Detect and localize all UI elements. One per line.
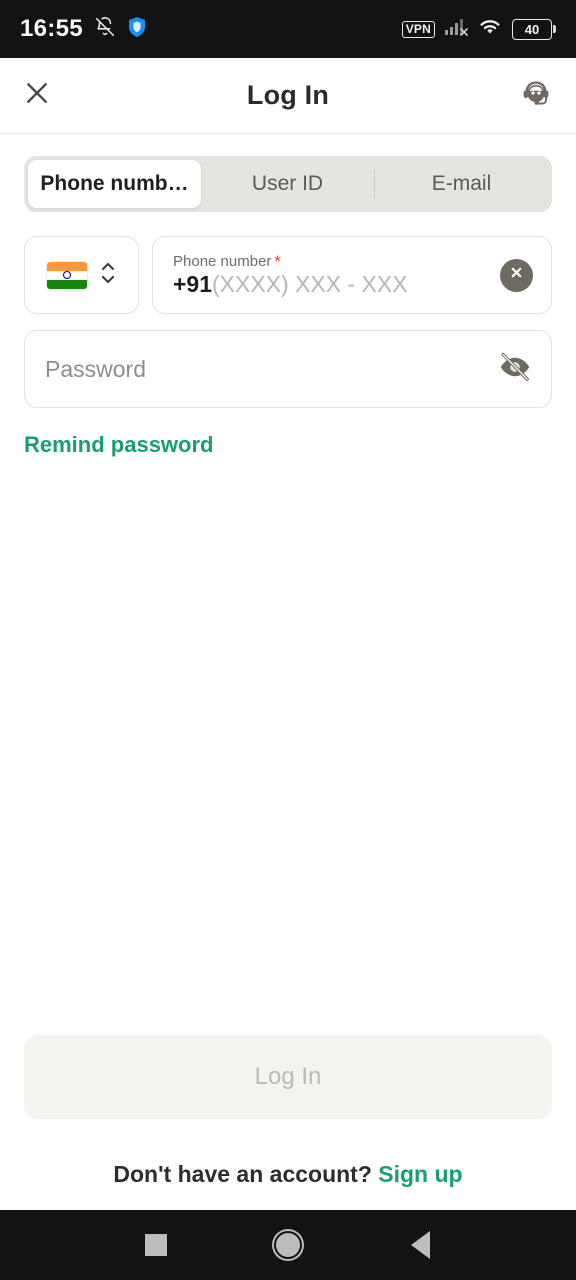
headset-support-icon xyxy=(518,75,554,116)
status-bar-right: VPN 40 xyxy=(401,16,556,42)
remind-password-link[interactable]: Remind password xyxy=(24,432,213,458)
battery-indicator: 40 xyxy=(512,18,556,40)
status-bar-clock: 16:55 xyxy=(20,15,83,42)
eye-off-icon xyxy=(498,350,532,389)
circle-home-icon xyxy=(274,1231,302,1259)
close-button[interactable] xyxy=(22,78,52,113)
tab-email[interactable]: E-mail xyxy=(375,160,548,208)
wifi-icon xyxy=(477,16,503,42)
chevron-up-down-icon xyxy=(99,258,117,293)
support-button[interactable] xyxy=(518,75,554,116)
login-submit-button[interactable]: Log In xyxy=(24,1035,552,1119)
phone-input-inner: Phone number * +91 (XXXX) XXX - XXX xyxy=(173,253,490,298)
india-flag-icon xyxy=(46,261,87,289)
password-input[interactable]: Password xyxy=(24,330,552,408)
phone-screen: 16:55 VPN 40 Log In Phone numb… User ID … xyxy=(0,0,576,1280)
tab-email-label: E-mail xyxy=(431,172,492,195)
required-asterisk: * xyxy=(274,251,282,271)
back-button[interactable] xyxy=(390,1215,450,1275)
login-form: Phone numb… User ID E-mail Phone number … xyxy=(0,134,576,1210)
phone-number-placeholder: (XXXX) XXX - XXX xyxy=(212,270,408,297)
close-icon xyxy=(22,78,52,113)
tab-phone-number[interactable]: Phone numb… xyxy=(28,160,201,208)
phone-number-label-text: Phone number xyxy=(173,252,272,270)
bell-slash-icon xyxy=(94,16,116,43)
page-title: Log In xyxy=(246,80,330,110)
status-bar: 16:55 VPN 40 xyxy=(0,0,576,58)
app-header: Log In xyxy=(0,58,576,134)
vpn-badge: VPN xyxy=(401,20,435,38)
phone-number-label: Phone number * xyxy=(173,253,490,270)
status-bar-left: 16:55 xyxy=(20,15,147,43)
signal-no-service-icon xyxy=(444,17,468,42)
toggle-password-visibility-button[interactable] xyxy=(497,351,533,387)
phone-country-prefix: +91 xyxy=(173,270,213,297)
flag-stripe-white xyxy=(46,270,87,280)
recents-button[interactable] xyxy=(126,1215,186,1275)
tab-user-id[interactable]: User ID xyxy=(201,160,374,208)
phone-number-row: Phone number * +91 (XXXX) XXX - XXX xyxy=(24,236,552,314)
ashoka-chakra-icon xyxy=(62,271,71,279)
password-placeholder: Password xyxy=(45,355,146,382)
country-code-selector[interactable] xyxy=(24,236,139,314)
signup-prompt-text: Don't have an account? xyxy=(113,1161,372,1187)
phone-number-value: +91 (XXXX) XXX - XXX xyxy=(173,271,490,298)
android-nav-bar xyxy=(0,1210,576,1280)
tab-phone-number-label: Phone numb… xyxy=(40,172,189,195)
clear-circle-icon xyxy=(508,264,525,286)
clear-phone-button[interactable] xyxy=(500,258,533,292)
flag-stripe-saffron xyxy=(46,261,87,271)
flag-stripe-green xyxy=(46,279,87,289)
signup-link[interactable]: Sign up xyxy=(378,1161,462,1187)
battery-level: 40 xyxy=(512,18,552,40)
square-recents-icon xyxy=(145,1234,167,1256)
triangle-back-icon xyxy=(410,1231,430,1259)
shield-icon xyxy=(127,16,147,43)
phone-number-input[interactable]: Phone number * +91 (XXXX) XXX - XXX xyxy=(152,236,552,314)
tab-user-id-label: User ID xyxy=(251,172,324,195)
battery-cap xyxy=(553,25,556,33)
login-method-tabs: Phone numb… User ID E-mail xyxy=(24,156,552,212)
home-button[interactable] xyxy=(258,1215,318,1275)
signup-prompt: Don't have an account? Sign up xyxy=(24,1161,552,1188)
